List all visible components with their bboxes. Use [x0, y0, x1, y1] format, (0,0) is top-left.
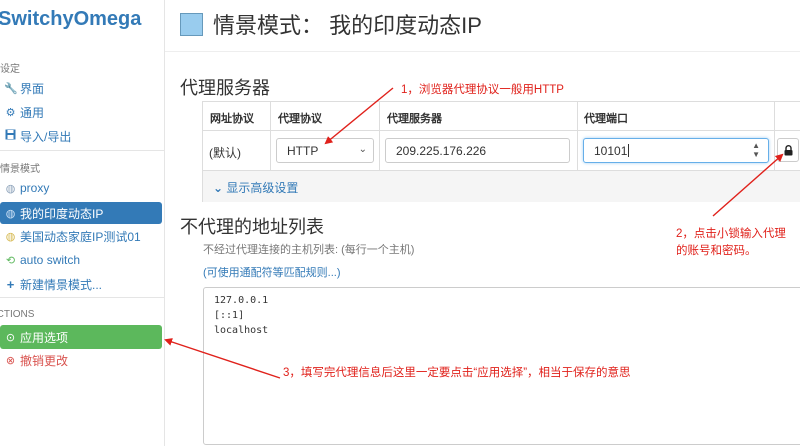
column-divider	[774, 102, 775, 171]
advanced-settings-row: ⌄ 显示高级设置	[203, 171, 800, 202]
discard-changes-button[interactable]: ⊗ 撤销更改	[4, 350, 68, 370]
sidebar-item-interface[interactable]: 🔧 界面	[4, 78, 44, 98]
sidebar-divider	[0, 297, 165, 298]
globe-icon: ◍	[5, 207, 16, 220]
bypass-entry: [::1]	[214, 310, 245, 321]
bypass-entry: localhost	[214, 325, 269, 336]
lock-icon	[784, 144, 792, 155]
sidebar-item-label: 导入/导出	[20, 129, 72, 144]
proxy-protocol-select[interactable]: HTTP ⌄	[276, 138, 374, 163]
sidebar-item-india-dynamic-ip[interactable]: ◍ 我的印度动态IP	[0, 202, 162, 224]
app-brand[interactable]: SwitchyOmega	[0, 8, 141, 31]
proxy-servers-heading: 代理服务器	[180, 78, 270, 98]
show-advanced-label: 显示高级设置	[226, 181, 299, 195]
scheme-default-label: (默认)	[209, 146, 241, 160]
sidebar: SwitchyOmega 设定 🔧 界面 ⚙ 通用 导入/导出 情景模式 ◍ p…	[0, 0, 165, 446]
column-header-protocol: 代理协议	[278, 113, 322, 125]
wildcard-rules-link[interactable]: (可使用通配符等匹配规则...)	[203, 264, 341, 280]
column-header-port: 代理端口	[584, 113, 628, 125]
plus-icon: +	[6, 276, 15, 292]
port-stepper-icon[interactable]: ▲ ▼	[752, 141, 760, 159]
sidebar-item-auto-switch[interactable]: ⟲ auto switch	[4, 250, 80, 270]
settings-section-label: 设定	[0, 64, 20, 75]
bypass-entry: 127.0.0.1	[214, 295, 269, 306]
sidebar-item-new-profile[interactable]: + 新建情景模式...	[4, 274, 102, 294]
table-header-row: 网址协议 代理协议 代理服务器 代理端口	[203, 102, 800, 131]
proxy-port-input[interactable]: 10101 ▲ ▼	[583, 138, 769, 163]
sidebar-item-label: 通用	[20, 105, 45, 120]
sidebar-divider	[0, 150, 165, 151]
sidebar-item-proxy[interactable]: ◍ proxy	[4, 178, 50, 198]
sidebar-item-label: 界面	[20, 81, 45, 96]
sidebar-item-general[interactable]: ⚙ 通用	[4, 102, 44, 122]
page-title: 情景模式： 我的印度动态IP	[213, 13, 482, 38]
proxy-servers-table: 网址协议 代理协议 代理服务器 代理端口 (默认) HTTP ⌄ 209.225…	[202, 101, 800, 202]
gear-icon: ⚙	[5, 106, 16, 119]
show-advanced-link[interactable]: ⌄ 显示高级设置	[213, 179, 298, 196]
wrench-icon: 🔧	[4, 82, 18, 95]
proxy-server-value: 209.225.176.226	[396, 143, 487, 158]
sidebar-item-label: proxy	[20, 181, 50, 195]
sidebar-item-label: auto switch	[20, 253, 81, 267]
annotation-note-2b: 的账号和密码。	[676, 245, 757, 257]
annotation-note-1: 1，浏览器代理协议一般用HTTP	[401, 84, 564, 96]
x-circle-icon: ⊗	[5, 354, 16, 367]
profiles-section-label: 情景模式	[0, 164, 40, 175]
sidebar-item-label: 美国动态家庭IP测试01	[20, 229, 141, 244]
auth-lock-button[interactable]	[777, 138, 799, 162]
globe-icon: ◍	[5, 182, 16, 195]
annotation-note-3: 3，填写完代理信息后这里一定要点击“应用选择”，相当于保存的意思	[283, 367, 631, 379]
apply-options-button[interactable]: ⊙ 应用选项	[0, 325, 162, 349]
text-cursor	[628, 144, 630, 157]
globe-icon: ◍	[5, 230, 16, 243]
actions-section-label: ACTIONS	[0, 309, 35, 320]
column-divider	[270, 102, 271, 171]
sidebar-item-label: 我的印度动态IP	[20, 206, 104, 221]
chevron-down-icon: ⌄	[213, 181, 224, 195]
table-row: (默认) HTTP ⌄ 209.225.176.226 10101 ▲ ▼	[203, 131, 800, 171]
floppy-icon	[4, 129, 17, 143]
chevron-down-icon: ⌄	[358, 144, 367, 155]
sidebar-item-us-residential-ip[interactable]: ◍ 美国动态家庭IP测试01	[4, 226, 141, 246]
column-divider	[379, 102, 380, 171]
proxy-port-value: 10101	[594, 143, 628, 158]
bypass-description: 不经过代理连接的主机列表: (每行一个主机)	[203, 244, 415, 256]
sidebar-item-label: 新建情景模式...	[20, 277, 103, 292]
refresh-icon: ⟲	[5, 254, 16, 267]
header-divider	[165, 51, 800, 52]
sidebar-item-import-export[interactable]: 导入/导出	[4, 126, 71, 146]
page-header: 情景模式： 我的印度动态IP	[180, 8, 482, 40]
discard-changes-label: 撤销更改	[20, 353, 69, 368]
profile-color-swatch[interactable]	[180, 12, 203, 36]
bypass-list-heading: 不代理的地址列表	[180, 217, 324, 237]
proxy-server-input[interactable]: 209.225.176.226	[385, 138, 570, 163]
proxy-protocol-value: HTTP	[287, 143, 319, 158]
column-divider	[577, 102, 578, 171]
check-circle-icon: ⊙	[5, 331, 16, 344]
annotation-note-2a: 2，点击小锁输入代理	[676, 228, 786, 240]
column-header-server: 代理服务器	[387, 113, 442, 125]
apply-options-label: 应用选项	[20, 330, 69, 345]
column-header-scheme: 网址协议	[210, 113, 254, 125]
